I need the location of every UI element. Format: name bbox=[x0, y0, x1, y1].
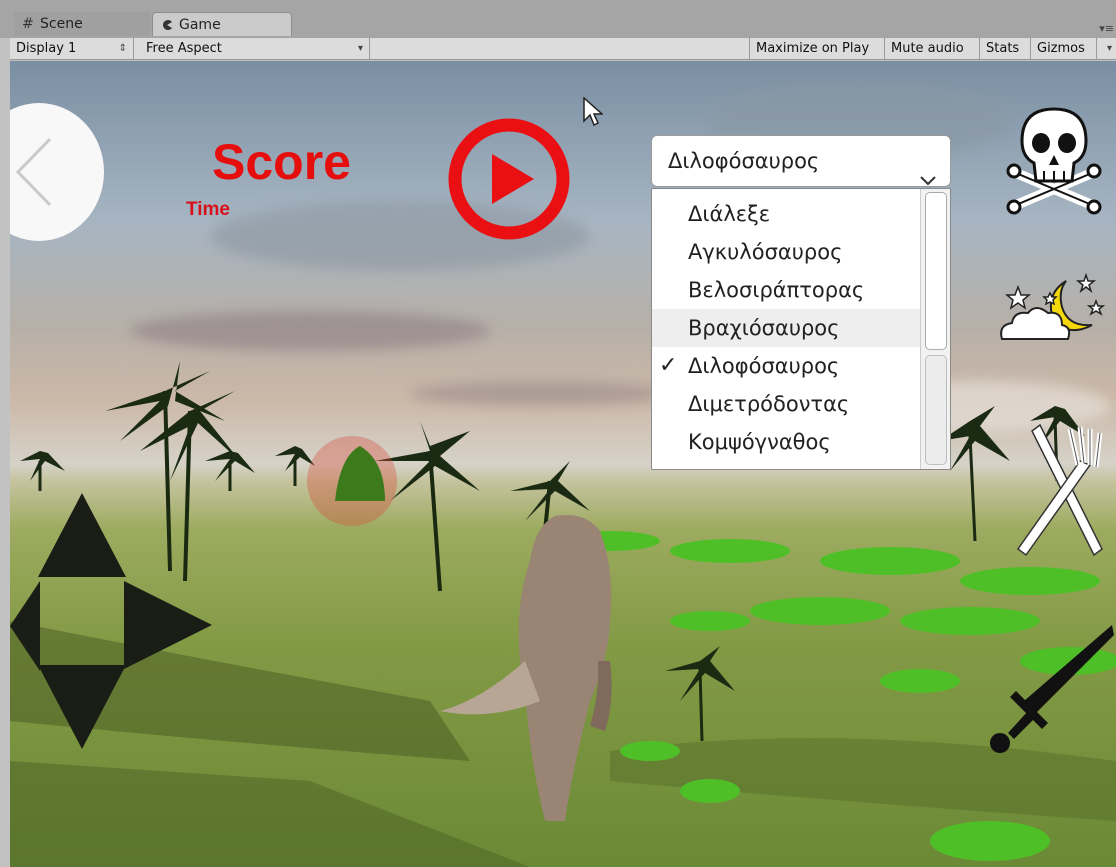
tab-game-label: Game bbox=[179, 17, 221, 33]
aspect-select-value: Free Aspect bbox=[146, 41, 222, 56]
dinosaur-option[interactable]: Βελοσιράπτορας bbox=[652, 271, 920, 309]
play-icon bbox=[448, 118, 570, 240]
night-moon-icon bbox=[1000, 272, 1106, 340]
option-label: Βραχιόσαυρος bbox=[688, 316, 840, 340]
move-right-button[interactable] bbox=[124, 581, 212, 673]
arrow-right-icon bbox=[124, 581, 212, 669]
option-label: Βελοσιράπτορας bbox=[688, 278, 865, 302]
chevron-down-icon: ▾ bbox=[357, 43, 363, 54]
dinosaur-option[interactable]: Διμετρόδοντας bbox=[652, 385, 920, 423]
arrow-down-icon bbox=[38, 665, 126, 749]
pacman-icon bbox=[161, 13, 173, 39]
score-label: Score bbox=[212, 134, 351, 190]
options-scrollbar[interactable] bbox=[920, 189, 950, 469]
option-label: Κομψόγναθος bbox=[688, 430, 831, 454]
dinosaur-option-highlighted[interactable]: Βραχιόσαυρος bbox=[652, 309, 920, 347]
checkmark-icon: ✓ bbox=[659, 353, 678, 378]
chevron-down-icon: ▾ bbox=[1106, 43, 1112, 54]
tab-scene[interactable]: # Scene bbox=[14, 12, 150, 36]
dinosaur-options-list[interactable]: Διάλεξε Αγκυλόσαυρος Βελοσιράπτορας Βραχ… bbox=[651, 188, 951, 470]
display-select[interactable]: Display 1 ⇕ bbox=[10, 38, 134, 59]
gizmos-dropdown[interactable]: ▾ bbox=[1097, 38, 1116, 59]
attack-button[interactable] bbox=[984, 623, 1116, 763]
stats-toggle[interactable]: Stats bbox=[980, 38, 1031, 59]
dinosaur-option-selected[interactable]: ✓ Διλοφόσαυρος bbox=[652, 347, 920, 385]
dinosaur-character bbox=[440, 515, 612, 821]
game-viewport[interactable]: Score Time Διλοφόσαυρος Διάλεξε Αγκυλόσα… bbox=[10, 61, 1116, 867]
scrollbar-thumb[interactable] bbox=[925, 192, 947, 350]
eat-button[interactable] bbox=[1010, 421, 1106, 563]
gizmos-toggle[interactable]: Gizmos bbox=[1031, 38, 1097, 59]
scrollbar-track bbox=[925, 355, 947, 465]
skull-crossbones-icon bbox=[1006, 107, 1102, 215]
option-label: Διάλεξε bbox=[688, 202, 771, 226]
move-down-button[interactable] bbox=[38, 665, 126, 753]
dinosaur-select[interactable]: Διλοφόσαυρος bbox=[651, 135, 951, 187]
play-button[interactable] bbox=[446, 116, 572, 246]
option-label: Διλοφόσαυρος bbox=[688, 354, 840, 378]
dinosaur-option[interactable]: Αγκυλόσαυρος bbox=[652, 233, 920, 271]
game-toolbar: Display 1 ⇕ Free Aspect ▾ Maximize on Pl… bbox=[10, 38, 1116, 60]
move-up-button[interactable] bbox=[38, 493, 126, 581]
tab-scene-label: Scene bbox=[40, 16, 83, 32]
sword-icon bbox=[990, 625, 1114, 753]
maximize-on-play-toggle[interactable]: Maximize on Play bbox=[750, 38, 885, 59]
dinosaur-option[interactable]: Κομψόγναθος bbox=[652, 423, 920, 461]
option-label: Διμετρόδοντας bbox=[688, 392, 850, 416]
editor-tab-bar: # Scene Game ▾≡ bbox=[0, 0, 1116, 38]
time-label: Time bbox=[186, 199, 231, 220]
arrow-left-icon bbox=[10, 581, 40, 671]
skull-button[interactable] bbox=[1004, 105, 1104, 219]
mute-audio-toggle[interactable]: Mute audio bbox=[885, 38, 980, 59]
tab-game[interactable]: Game bbox=[152, 12, 292, 36]
aspect-select[interactable]: Free Aspect ▾ bbox=[140, 38, 370, 59]
dinosaur-option[interactable]: Διάλεξε bbox=[652, 195, 920, 233]
fork-knife-icon bbox=[1016, 423, 1103, 557]
grid-icon: # bbox=[22, 16, 34, 32]
tab-menu-icon[interactable]: ▾≡ bbox=[1099, 22, 1114, 35]
mouse-cursor-icon bbox=[583, 96, 604, 131]
display-select-value: Display 1 bbox=[16, 41, 77, 56]
arrow-up-icon bbox=[38, 493, 126, 577]
day-night-button[interactable] bbox=[996, 272, 1106, 349]
dinosaur-select-value: Διλοφόσαυρος bbox=[668, 149, 820, 173]
option-label: Αγκυλόσαυρος bbox=[688, 240, 843, 264]
toolbar-spacer bbox=[370, 38, 750, 59]
chevron-left-icon bbox=[15, 137, 52, 207]
updown-icon: ⇕ bbox=[118, 43, 127, 54]
move-left-button[interactable] bbox=[10, 581, 40, 675]
